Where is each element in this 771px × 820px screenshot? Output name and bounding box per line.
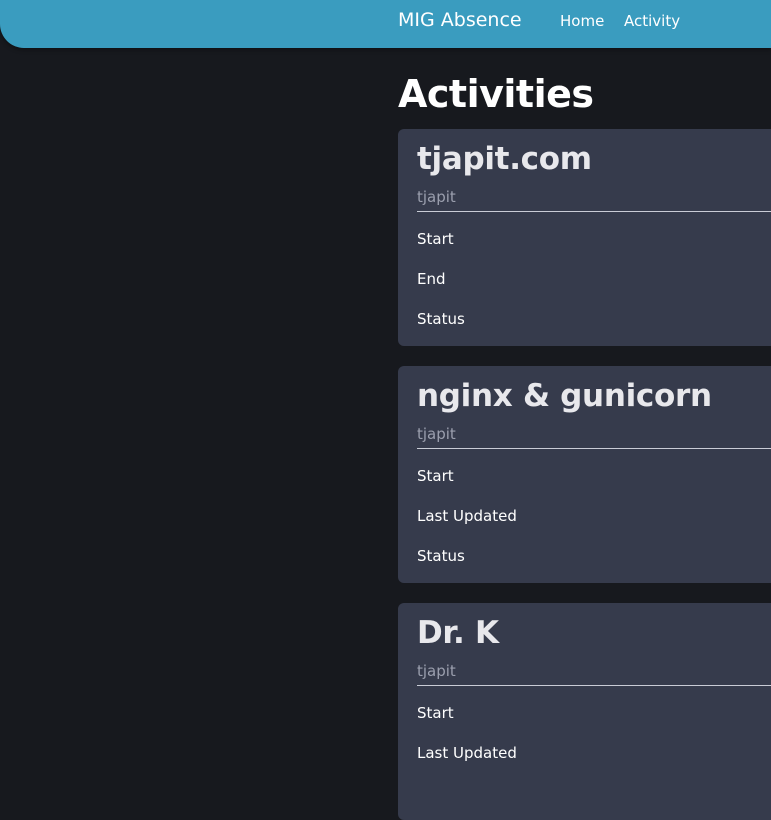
activity-card[interactable]: Dr. K tjapit Start Last Updated bbox=[398, 603, 771, 820]
field-end-label: End bbox=[417, 270, 446, 288]
activity-title[interactable]: Dr. K bbox=[417, 615, 499, 651]
card-divider bbox=[417, 211, 771, 212]
nav-link-activity[interactable]: Activity bbox=[624, 12, 680, 30]
card-divider bbox=[417, 448, 771, 449]
activity-title[interactable]: tjapit.com bbox=[417, 141, 592, 177]
card-divider bbox=[417, 685, 771, 686]
activity-owner: tjapit bbox=[417, 662, 456, 680]
field-start-label: Start bbox=[417, 467, 454, 485]
field-status-label: Status bbox=[417, 310, 465, 328]
activity-title[interactable]: nginx & gunicorn bbox=[417, 378, 712, 414]
field-start-label: Start bbox=[417, 704, 454, 722]
activity-owner: tjapit bbox=[417, 425, 456, 443]
field-start-label: Start bbox=[417, 230, 454, 248]
top-navbar: MIG Absence Home Activity bbox=[0, 0, 771, 48]
brand-link[interactable]: MIG Absence bbox=[398, 9, 522, 31]
activity-card[interactable]: nginx & gunicorn tjapit Start Last Updat… bbox=[398, 366, 771, 583]
field-status-label: Status bbox=[417, 547, 465, 565]
field-last-updated-label: Last Updated bbox=[417, 744, 517, 762]
field-last-updated-label: Last Updated bbox=[417, 507, 517, 525]
activity-owner: tjapit bbox=[417, 188, 456, 206]
activity-card[interactable]: tjapit.com tjapit Start End Status bbox=[398, 129, 771, 346]
nav-link-home[interactable]: Home bbox=[560, 12, 604, 30]
page-title: Activities bbox=[398, 72, 594, 116]
